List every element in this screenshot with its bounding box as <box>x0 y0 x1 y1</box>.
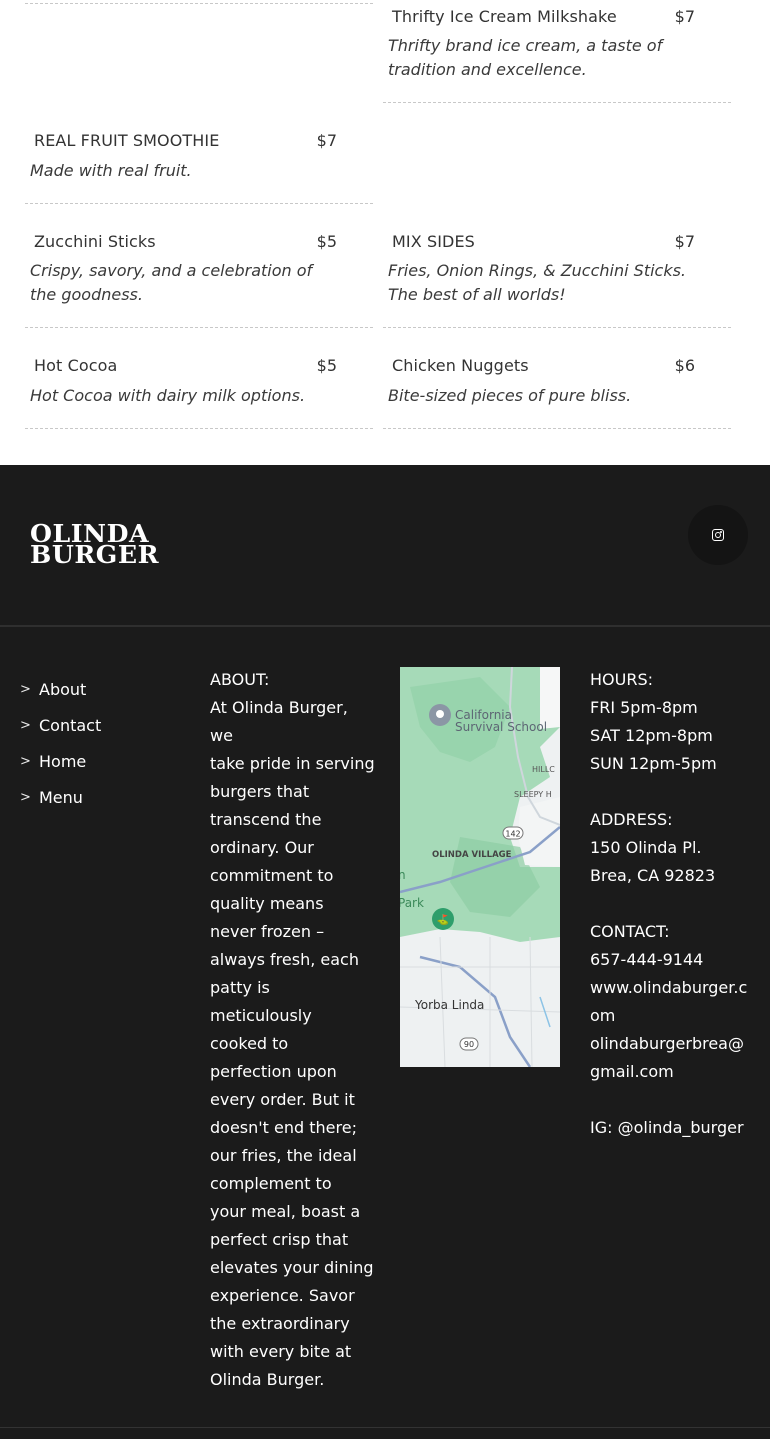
menu-item-price: $5 <box>316 231 337 251</box>
hours-line: SUN 12pm-5pm <box>590 754 717 773</box>
phone-link[interactable]: 657-444-9144 <box>590 946 760 974</box>
map-graphic: ⛳ 142 90 California Survival School HILL… <box>400 667 560 1067</box>
menu-item-description: Thrifty brand ice cream, a taste of trad… <box>388 36 663 79</box>
svg-text:SLEEPY H: SLEEPY H <box>514 790 552 799</box>
menu-item-description: Crispy, savory, and a celebration of the… <box>30 261 313 304</box>
menu-item-price: $7 <box>674 231 695 251</box>
menu-divider <box>383 327 731 328</box>
address-block: ADDRESS: 150 Olinda Pl. Brea, CA 92823 <box>590 806 760 890</box>
menu-item-description: Made with real fruit. <box>30 161 192 180</box>
footer-nav-about[interactable]: > About <box>20 671 190 707</box>
olinda-burger-logo[interactable]: OLINDA BURGER <box>30 522 160 569</box>
menu-item-description: Fries, Onion Rings, & Zucchini Sticks. T… <box>388 261 687 304</box>
menu-item-name: Chicken Nuggets <box>392 355 529 375</box>
hours-line: SAT 12pm-8pm <box>590 726 713 745</box>
svg-text:Park: Park <box>400 896 424 910</box>
footer-nav-label: About <box>39 679 87 699</box>
website-link[interactable]: www.olindaburger.c om <box>590 974 760 1030</box>
chevron-right-icon: > <box>20 681 31 697</box>
menu-divider <box>383 102 731 103</box>
about-heading: ABOUT: <box>210 670 270 689</box>
svg-text:OLINDA VILLAGE: OLINDA VILLAGE <box>432 850 512 860</box>
hours-block: HOURS: FRI 5pm-8pm SAT 12pm-8pm SUN 12pm… <box>590 666 760 778</box>
footer-nav-label: Contact <box>39 715 102 735</box>
svg-text:n: n <box>400 868 406 882</box>
about-text: At Olinda Burger, we take pride in servi… <box>210 698 375 1389</box>
hours-heading: HOURS: <box>590 670 653 689</box>
instagram-handle[interactable]: IG: @olinda_burger <box>590 1114 760 1142</box>
chevron-right-icon: > <box>20 753 31 769</box>
contact-info: HOURS: FRI 5pm-8pm SAT 12pm-8pm SUN 12pm… <box>590 666 760 1142</box>
menu-item-name: Hot Cocoa <box>34 355 118 375</box>
menu-item-name: REAL FRUIT SMOOTHIE <box>34 130 220 150</box>
site-footer: OLINDA BURGER > About > Contact > Home >… <box>0 465 770 1439</box>
svg-text:Yorba Linda: Yorba Linda <box>414 998 484 1012</box>
menu-item-price: $6 <box>674 355 695 375</box>
email-link[interactable]: olindaburgerbrea@ gmail.com <box>590 1030 760 1086</box>
hours-line: FRI 5pm-8pm <box>590 698 698 717</box>
menu-divider <box>25 3 373 4</box>
contact-heading: CONTACT: <box>590 922 670 941</box>
menu-item-description: Bite-sized pieces of pure bliss. <box>388 386 632 405</box>
menu-section: Thrifty Ice Cream Milkshake $7 Thrifty b… <box>0 0 770 465</box>
chevron-right-icon: > <box>20 717 31 733</box>
footer-divider <box>0 625 770 627</box>
menu-divider <box>25 327 373 328</box>
menu-item-name: MIX SIDES <box>392 231 475 251</box>
address-line: 150 Olinda Pl. <box>590 838 702 857</box>
menu-divider <box>25 428 373 429</box>
menu-item-name: Zucchini Sticks <box>34 231 156 251</box>
address-line: Brea, CA 92823 <box>590 866 716 885</box>
instagram-icon <box>712 529 724 541</box>
footer-nav: > About > Contact > Home > Menu <box>20 671 190 815</box>
menu-item-description: Hot Cocoa with dairy milk options. <box>30 386 306 405</box>
footer-nav-home[interactable]: > Home <box>20 743 190 779</box>
logo-line-2: BURGER <box>30 540 160 569</box>
menu-divider <box>383 428 731 429</box>
footer-nav-menu[interactable]: > Menu <box>20 779 190 815</box>
svg-text:HILLC: HILLC <box>532 765 555 774</box>
contact-block: CONTACT: 657-444-9144 www.olindaburger.c… <box>590 918 760 1086</box>
menu-item-price: $5 <box>316 355 337 375</box>
location-map[interactable]: ⛳ 142 90 California Survival School HILL… <box>400 667 560 1067</box>
svg-text:⛳: ⛳ <box>437 913 449 926</box>
menu-item-name: Thrifty Ice Cream Milkshake <box>392 6 617 26</box>
footer-nav-label: Menu <box>39 787 83 807</box>
instagram-button[interactable] <box>688 505 748 565</box>
svg-text:Survival School: Survival School <box>455 720 547 734</box>
address-heading: ADDRESS: <box>590 810 673 829</box>
svg-text:90: 90 <box>464 1040 474 1049</box>
footer-bottom-divider <box>0 1427 770 1428</box>
footer-nav-contact[interactable]: > Contact <box>20 707 190 743</box>
about-section: ABOUT: At Olinda Burger, we take pride i… <box>210 666 375 1394</box>
menu-item-price: $7 <box>316 130 337 150</box>
chevron-right-icon: > <box>20 789 31 805</box>
footer-nav-label: Home <box>39 751 87 771</box>
menu-item-price: $7 <box>674 6 695 26</box>
svg-text:142: 142 <box>505 830 520 839</box>
menu-divider <box>25 203 373 204</box>
